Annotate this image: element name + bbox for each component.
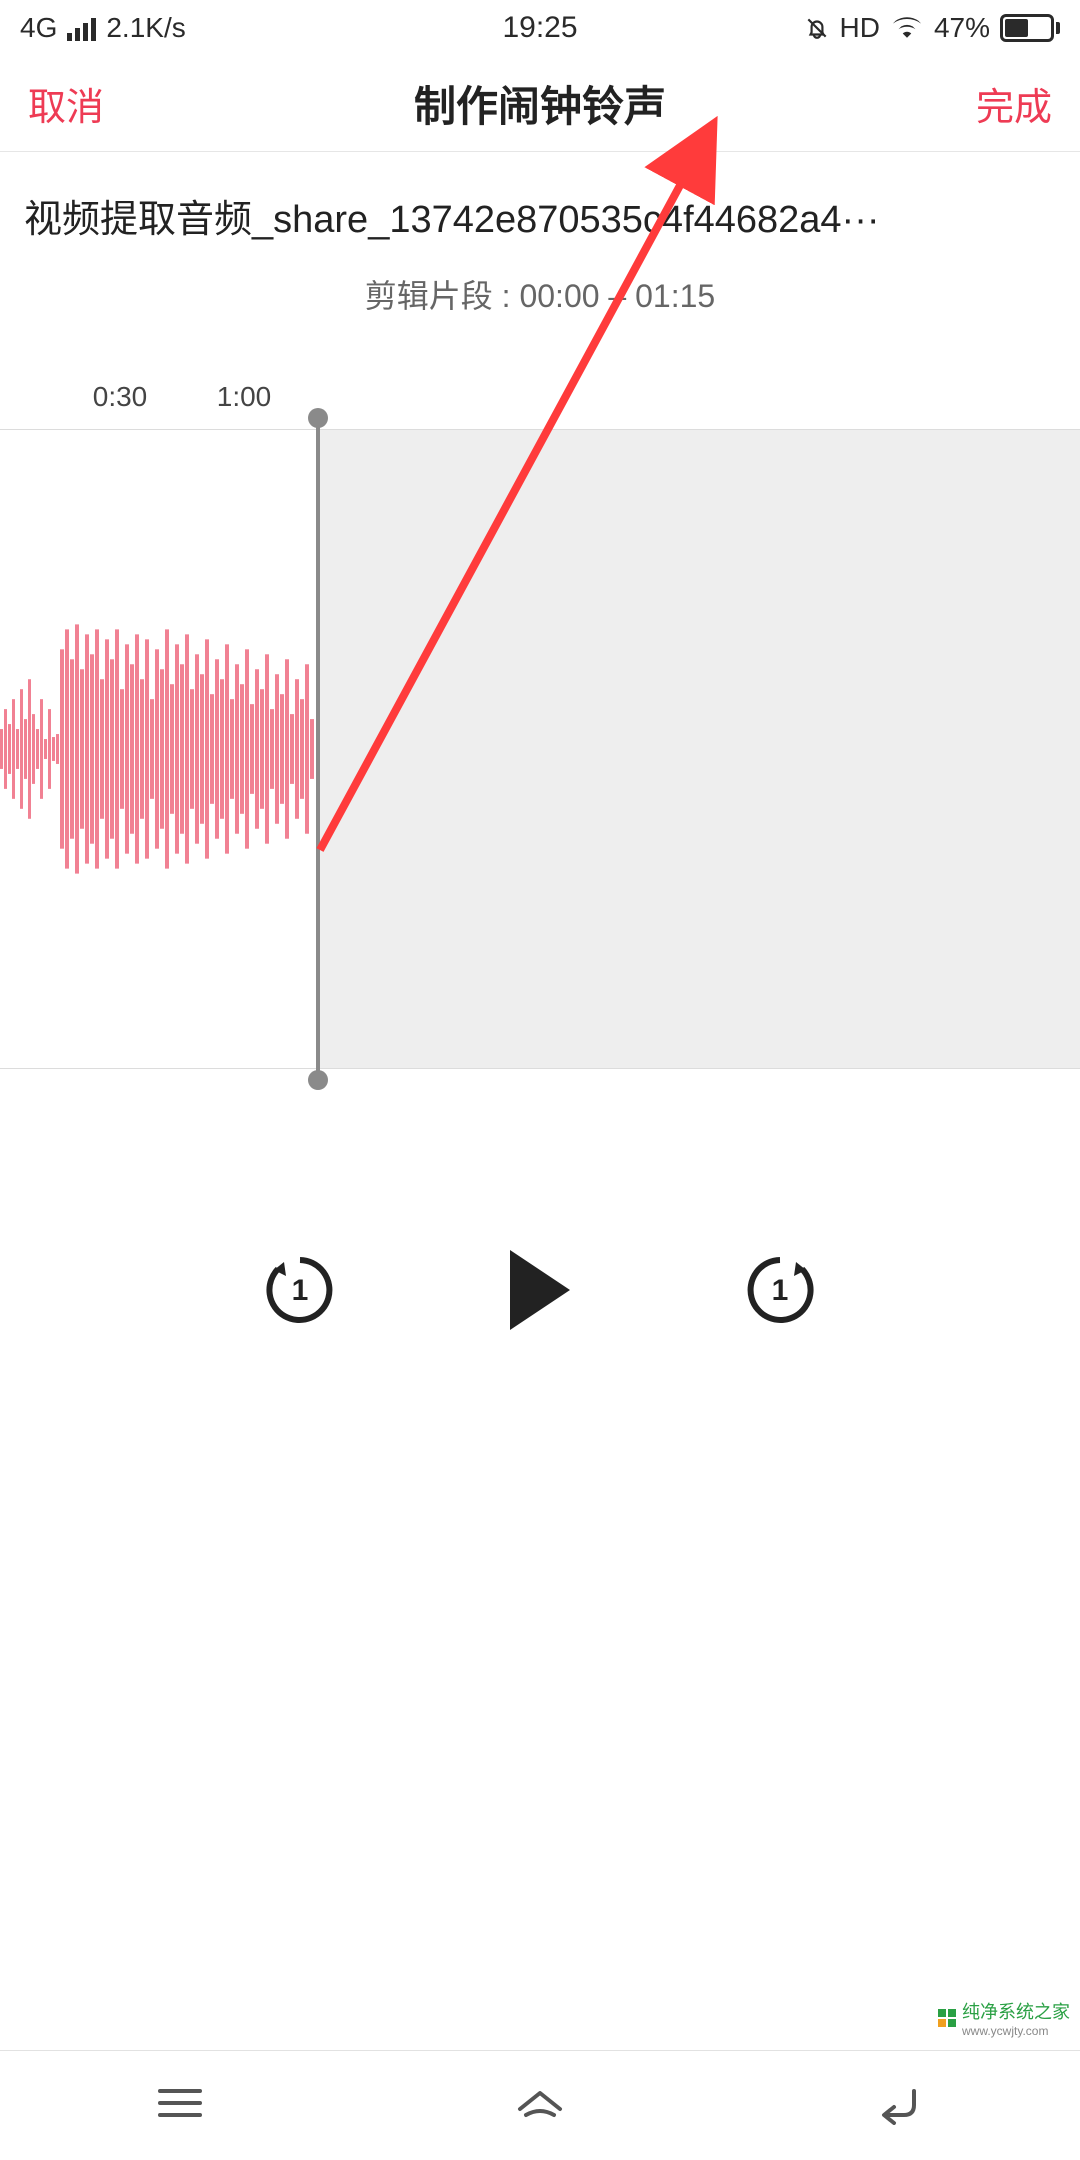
system-navbar [0, 2050, 1080, 2160]
play-button[interactable] [500, 1250, 580, 1330]
battery-percent: 47% [934, 12, 990, 44]
forward-1s-button[interactable]: 1 [740, 1250, 820, 1330]
signal-icon [67, 15, 96, 41]
nav-recent-button[interactable] [150, 2081, 210, 2130]
watermark: 纯净系统之家 www.ycwjty.com [934, 1996, 1074, 2040]
playback-controls: 1 1 [0, 1210, 1080, 1330]
play-icon [510, 1250, 570, 1330]
tick-label: 1:00 [217, 381, 272, 413]
file-name: 视频提取音频_share_13742e870535c4f44682a4··· [0, 152, 1080, 259]
hd-label: HD [840, 12, 880, 44]
trim-handle-end[interactable] [316, 418, 320, 1080]
timeline-ticks: 0:30 1:00 [0, 381, 1080, 429]
watermark-url: www.ycwjty.com [962, 2024, 1070, 2038]
network-speed: 2.1K/s [106, 12, 185, 44]
status-right: HD 47% [804, 11, 1061, 46]
battery-icon [1000, 14, 1060, 42]
network-label: 4G [20, 12, 57, 44]
nav-back-button[interactable] [870, 2081, 930, 2130]
trimmed-region [316, 430, 1080, 1068]
wifi-icon [890, 11, 924, 46]
status-left: 4G 2.1K/s [20, 12, 186, 44]
cancel-button[interactable]: 取消 [28, 76, 104, 131]
rewind-1s-button[interactable]: 1 [260, 1250, 340, 1330]
header: 取消 制作闹钟铃声 完成 [0, 56, 1080, 152]
svg-text:1: 1 [292, 1274, 309, 1307]
waveform [0, 430, 316, 1068]
mute-icon [804, 14, 830, 42]
status-time: 19:25 [502, 11, 577, 45]
nav-home-button[interactable] [510, 2081, 570, 2130]
watermark-text: 纯净系统之家 [962, 2002, 1070, 2022]
svg-text:1: 1 [772, 1274, 789, 1307]
status-bar: 4G 2.1K/s 19:25 HD 47% [0, 0, 1080, 56]
done-button[interactable]: 完成 [976, 76, 1052, 131]
waveform-editor[interactable] [0, 429, 1080, 1069]
tick-label: 0:30 [93, 381, 148, 413]
clip-range-label: 剪辑片段 : 00:00 – 01:15 [0, 259, 1080, 345]
page-title: 制作闹钟铃声 [414, 73, 666, 134]
